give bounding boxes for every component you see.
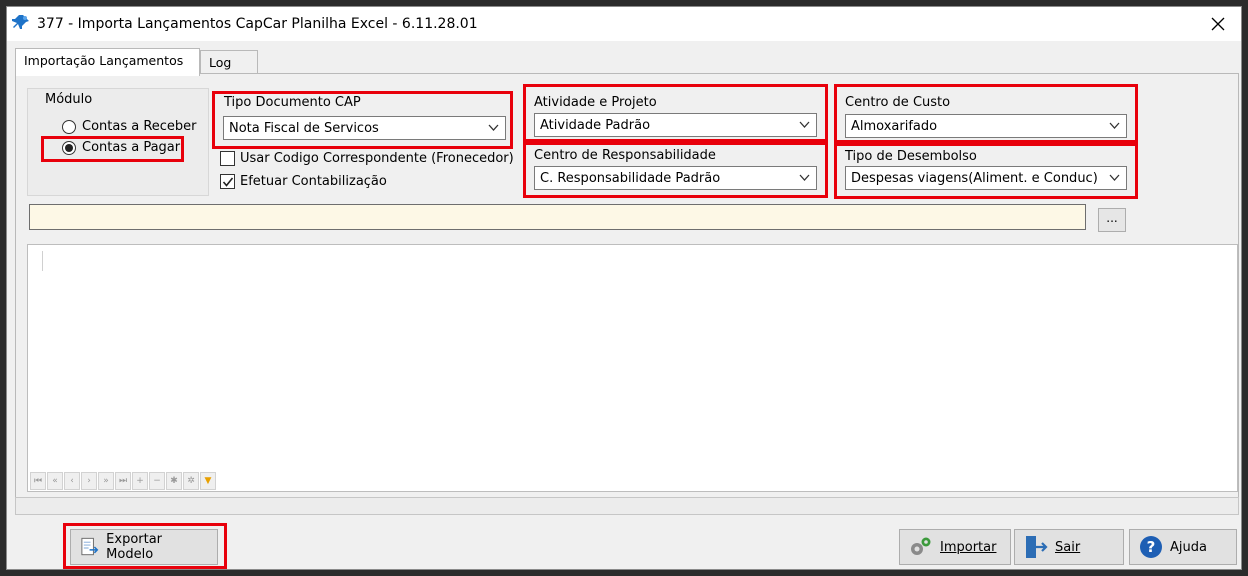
ajuda-label: Ajuda — [1170, 539, 1207, 555]
nav-next-page-button[interactable]: » — [98, 472, 114, 490]
svg-text:?: ? — [1147, 538, 1156, 556]
importacao-panel: Módulo Contas a Receber Contas a Pagar T… — [15, 73, 1239, 513]
nav-next-button[interactable]: › — [81, 472, 97, 490]
exit-door-icon — [1026, 536, 1048, 558]
highlight-tipo-desembolso — [834, 143, 1138, 199]
checkbox-efetuar-contabilizacao-label: Efetuar Contabilização — [240, 174, 387, 189]
tab-importacao[interactable]: Importação Lançamentos — [15, 48, 200, 76]
modulo-legend: Módulo — [42, 92, 96, 107]
main-window: 377 - Importa Lançamentos CapCar Planilh… — [6, 6, 1242, 570]
nav-post-button[interactable]: ✲ — [183, 472, 199, 490]
tab-log-label: Log — [209, 55, 232, 70]
nav-edit-button[interactable]: ✱ — [166, 472, 182, 490]
checkbox-box — [220, 151, 235, 166]
close-icon — [1211, 17, 1225, 31]
importar-button[interactable]: Importar — [899, 529, 1011, 565]
data-grid[interactable]: ⏮ « ‹ › » ⏭ + − ✱ ✲ ▼ — [27, 244, 1238, 492]
nav-first-button[interactable]: ⏮ — [30, 472, 46, 490]
nav-prev-page-button[interactable]: « — [47, 472, 63, 490]
radio-contas-receber-label: Contas a Receber — [82, 119, 197, 134]
sair-button[interactable]: Sair — [1014, 529, 1124, 565]
checkbox-box-checked — [220, 174, 235, 189]
highlight-tipo-documento — [212, 91, 513, 149]
tab-importacao-label: Importação Lançamentos — [24, 53, 184, 68]
grid-caret — [42, 251, 43, 271]
highlight-centro-responsabilidade — [523, 142, 828, 198]
help-icon: ? — [1140, 536, 1162, 558]
highlight-contas-pagar — [41, 136, 184, 162]
nav-prev-button[interactable]: ‹ — [64, 472, 80, 490]
highlight-exportar-modelo — [63, 523, 227, 569]
status-bar — [15, 497, 1239, 515]
pin-icon — [12, 15, 29, 29]
highlight-atividade — [523, 84, 828, 142]
browse-button[interactable]: ... — [1098, 208, 1126, 232]
nav-last-button[interactable]: ⏭ — [115, 472, 131, 490]
ajuda-button[interactable]: ? Ajuda — [1129, 529, 1237, 565]
nav-delete-button[interactable]: − — [149, 472, 165, 490]
close-button[interactable] — [1195, 7, 1241, 41]
nav-insert-button[interactable]: + — [132, 472, 148, 490]
radio-circle — [62, 119, 76, 134]
title-bar: 377 - Importa Lançamentos CapCar Planilh… — [7, 7, 1241, 41]
radio-contas-receber[interactable]: Contas a Receber — [62, 119, 197, 134]
gears-icon — [911, 537, 931, 555]
checkbox-usar-codigo[interactable]: Usar Codigo Correspondente (Fronecedor) — [220, 151, 514, 166]
nav-filter-button[interactable]: ▼ — [200, 472, 216, 490]
checkbox-efetuar-contabilizacao[interactable]: Efetuar Contabilização — [220, 174, 387, 189]
grid-navigator: ⏮ « ‹ › » ⏭ + − ✱ ✲ ▼ — [30, 472, 216, 490]
sair-label: Sair — [1055, 539, 1081, 555]
check-icon — [222, 177, 233, 187]
importar-label: Importar — [940, 539, 997, 555]
file-path-input[interactable] — [29, 204, 1086, 230]
highlight-centro-custo — [834, 84, 1138, 143]
checkbox-usar-codigo-label: Usar Codigo Correspondente (Fronecedor) — [240, 151, 514, 166]
window-title: 377 - Importa Lançamentos CapCar Planilh… — [37, 16, 478, 32]
